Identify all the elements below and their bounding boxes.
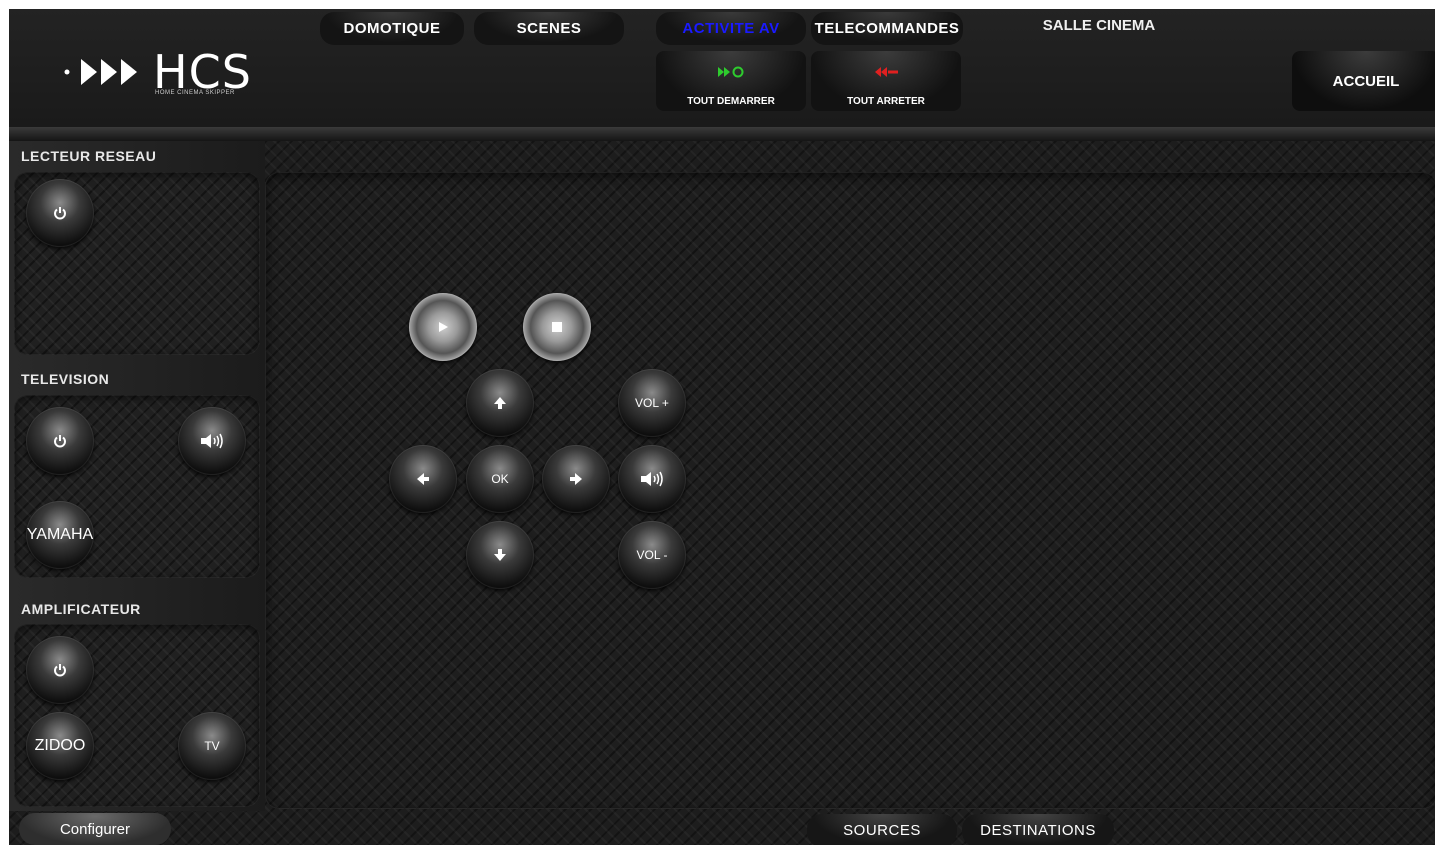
television-mute-button[interactable] (178, 407, 246, 475)
room-title: SALLE CINEMA (1042, 17, 1156, 34)
header-divider (9, 127, 1435, 141)
configure-button[interactable]: Configurer (19, 813, 171, 845)
power-icon (54, 207, 66, 220)
amplifier-power-button[interactable] (26, 636, 94, 704)
header-bar: HCS HOME CINEMA SKIPPER DOMOTIQUE SCENES… (9, 9, 1435, 127)
volume-up-label: VOL + (635, 396, 669, 410)
television-power-button[interactable] (26, 407, 94, 475)
volume-down-button[interactable]: VOL - (618, 521, 686, 589)
stop-all-icon (811, 65, 961, 82)
ok-label: OK (491, 472, 509, 486)
television-source-yamaha-button[interactable]: YAMAHA (26, 501, 94, 569)
power-icon (54, 664, 66, 677)
stop-all-button[interactable]: TOUT ARRETER (811, 51, 961, 111)
destinations-button[interactable]: DESTINATIONS (962, 814, 1114, 845)
tab-telecommandes[interactable]: TELECOMMANDES (811, 12, 963, 45)
volume-down-label: VOL - (636, 548, 668, 562)
sources-button[interactable]: SOURCES (807, 814, 957, 845)
start-all-label: TOUT DEMARRER (687, 96, 775, 107)
start-all-button[interactable]: TOUT DEMARRER (656, 51, 806, 111)
arrow-down-button[interactable] (466, 521, 534, 589)
section-title-amplifier: AMPLIFICATEUR (21, 601, 141, 617)
arrow-right-icon (570, 473, 582, 485)
stop-button[interactable] (523, 293, 591, 361)
tab-scenes[interactable]: SCENES (474, 12, 624, 45)
play-button[interactable] (409, 293, 477, 361)
play-icon (439, 322, 448, 332)
amplifier-source-zidoo-button[interactable]: ZIDOO (26, 712, 94, 780)
arrow-right-button[interactable] (542, 445, 610, 513)
section-title-network-player: LECTEUR RESEAU (21, 148, 157, 164)
tab-activite-av[interactable]: ACTIVITE AV (656, 12, 806, 45)
arrow-down-icon (494, 549, 506, 561)
hcs-logo: HCS HOME CINEMA SKIPPER (63, 45, 273, 101)
app-window: HCS HOME CINEMA SKIPPER DOMOTIQUE SCENES… (9, 9, 1435, 845)
television-source-label: YAMAHA (26, 526, 94, 543)
stop-all-label: TOUT ARRETER (847, 96, 925, 107)
logo-arrows-icon (64, 59, 137, 85)
amplifier-source1-label: ZIDOO (34, 737, 86, 754)
arrow-left-button[interactable] (389, 445, 457, 513)
start-all-icon (656, 65, 806, 82)
tab-domotique[interactable]: DOMOTIQUE (320, 12, 464, 45)
volume-up-button[interactable]: VOL + (618, 369, 686, 437)
section-title-television: TELEVISION (21, 371, 110, 387)
arrow-up-button[interactable] (466, 369, 534, 437)
amplifier-source2-label: TV (204, 739, 220, 753)
power-icon (54, 435, 66, 448)
logo-subtitle: HOME CINEMA SKIPPER (155, 90, 235, 96)
arrow-up-icon (494, 397, 506, 409)
arrow-left-icon (417, 473, 429, 485)
speaker-icon (201, 433, 223, 449)
speaker-icon (641, 471, 663, 487)
amplifier-source-tv-button[interactable]: TV (178, 712, 246, 780)
network-player-power-button[interactable] (26, 179, 94, 247)
stop-icon (552, 322, 562, 332)
ok-button[interactable]: OK (466, 445, 534, 513)
mute-button[interactable] (618, 445, 686, 513)
home-button[interactable]: ACCUEIL (1292, 51, 1435, 111)
